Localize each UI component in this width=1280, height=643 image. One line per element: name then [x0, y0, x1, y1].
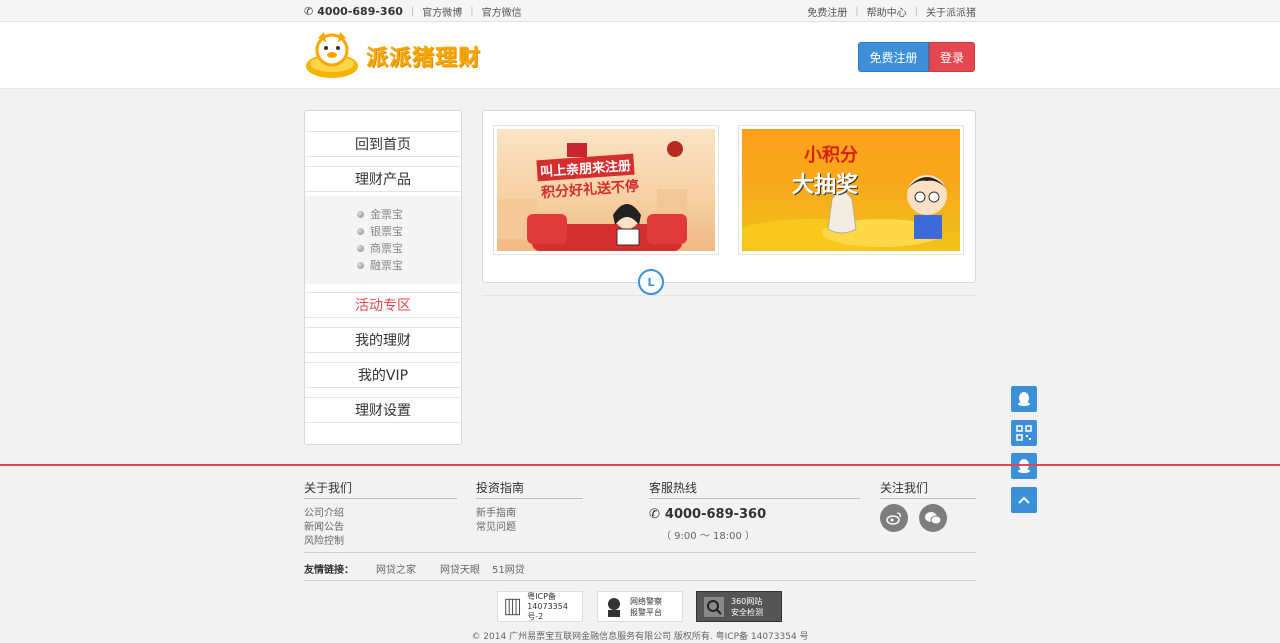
pig-mascot-icon — [306, 32, 358, 78]
360-security-badge[interactable]: 360网站 安全检测 — [696, 591, 782, 622]
footer-about-title: 关于我们 — [304, 479, 457, 499]
footer-link-risk[interactable]: 风险控制 — [304, 535, 457, 549]
footer-follow-title: 关注我们 — [880, 479, 976, 499]
shield-check-icon — [704, 596, 724, 617]
timeline-marker[interactable]: L — [638, 269, 664, 295]
footer-separator — [304, 552, 976, 553]
top-bar: ✆ 4000-689-360 | 官方微博 | 官方微信 免费注册 | 帮助中心… — [0, 0, 1280, 22]
promo-banner-lottery[interactable]: 小积分 大抽奖 — [738, 125, 964, 255]
footer-guide: 投资指南 新手指南 常见问题 — [476, 479, 583, 535]
login-button[interactable]: 登录 — [929, 42, 975, 72]
sidebar-item-my-finance[interactable]: 我的理财 — [305, 327, 461, 353]
wechat-icon[interactable] — [919, 504, 947, 532]
footer-link-news[interactable]: 新闻公告 — [304, 521, 457, 535]
footer-hotline-title: 客服热线 — [649, 479, 860, 499]
top-phone-number: 4000-689-360 — [317, 4, 403, 18]
official-wechat-link[interactable]: 官方微信 — [482, 4, 522, 19]
sidebar-item-settings[interactable]: 理财设置 — [305, 397, 461, 423]
footer-link-company[interactable]: 公司介绍 — [304, 507, 457, 521]
cyber-police-badge[interactable]: 网络警察 报警平台 — [597, 591, 683, 622]
back-to-top-icon[interactable] — [1011, 487, 1037, 513]
logo-text: 派派猪理财 — [366, 46, 482, 71]
bullet-icon — [357, 210, 364, 218]
footer-service-hours: （ 9:00 ～ 18:00 ） — [661, 531, 755, 542]
bullet-icon — [357, 261, 364, 269]
footer-separator — [304, 580, 976, 581]
submenu-item[interactable]: 金票宝 — [357, 206, 403, 222]
friend-link-51wd[interactable]: 51网贷 — [492, 561, 525, 576]
footer-guide-title: 投资指南 — [476, 479, 583, 499]
promo2-line2: 大抽奖 — [792, 173, 859, 198]
footer-phone-number: 4000-689-360 — [664, 507, 767, 522]
promo-banner-referral[interactable]: 叫上亲朋来注册 积分好礼送不停 — [493, 125, 719, 255]
top-register-link[interactable]: 免费注册 — [807, 4, 847, 19]
police-icon — [608, 597, 620, 617]
sidebar-item-activities[interactable]: 活动专区 — [305, 292, 461, 318]
logo[interactable]: 派派猪理财 — [304, 28, 494, 84]
activity-panel: 叫上亲朋来注册 积分好礼送不停 小积分 大抽奖 — [482, 110, 976, 283]
products-submenu: 金票宝 银票宝 商票宝 融票宝 — [305, 196, 461, 284]
submenu-item[interactable]: 融票宝 — [357, 257, 403, 273]
bullet-icon — [357, 244, 364, 252]
official-weibo-link[interactable]: 官方微博 — [422, 4, 462, 19]
top-phone: ✆ 4000-689-360 — [304, 5, 403, 18]
sidebar-item-home[interactable]: 回到首页 — [305, 131, 461, 157]
sidebar-nav: 回到首页 理财产品 金票宝 银票宝 商票宝 融票宝 活动专区 我的理财 我的VI… — [304, 110, 462, 445]
footer-follow: 关注我们 — [880, 479, 976, 499]
submenu-item[interactable]: 银票宝 — [357, 223, 403, 239]
qr-code-icon[interactable] — [1011, 420, 1037, 446]
header: 派派猪理财 免费注册 登录 — [0, 22, 1280, 89]
friend-links: 友情链接： 网贷之家 网贷天眼 51网贷 — [304, 561, 525, 576]
friend-link-wdzj[interactable]: 网贷之家 — [376, 561, 416, 576]
submenu-item[interactable]: 商票宝 — [357, 240, 403, 256]
footer-link-beginner[interactable]: 新手指南 — [476, 507, 583, 521]
sidebar-item-products[interactable]: 理财产品 — [305, 166, 461, 192]
friend-link-wdty[interactable]: 网贷天眼 — [440, 561, 480, 576]
sidebar-item-my-vip[interactable]: 我的VIP — [305, 362, 461, 388]
qq-icon[interactable] — [1011, 386, 1037, 412]
qq-chat-icon[interactable] — [1011, 453, 1037, 479]
footer-hotline: 客服热线 ✆ 4000-689-360 （ 9:00 ～ 18:00 ） — [649, 479, 860, 542]
copyright-text: © 2014 广州易票宝互联网金融信息服务有限公司 版权所有. 粤ICP备 14… — [471, 632, 809, 642]
register-button[interactable]: 免费注册 — [858, 42, 929, 72]
help-center-link[interactable]: 帮助中心 — [867, 4, 907, 19]
promo2-line1: 小积分 — [804, 145, 858, 166]
icp-icon — [505, 598, 520, 615]
footer-link-faq[interactable]: 常见问题 — [476, 521, 583, 535]
friend-links-label: 友情链接： — [304, 565, 354, 576]
about-link[interactable]: 关于派派猪 — [926, 4, 976, 19]
timeline-line — [482, 295, 976, 296]
phone-icon: ✆ — [304, 4, 314, 18]
bullet-icon — [357, 227, 364, 235]
icp-badge[interactable]: 粤ICP备 14073354号-2 — [497, 591, 583, 622]
weibo-icon[interactable] — [880, 504, 908, 532]
phone-icon: ✆ — [649, 507, 660, 522]
footer-about: 关于我们 公司介绍 新闻公告 风险控制 — [304, 479, 457, 549]
footer-divider — [0, 464, 1280, 466]
